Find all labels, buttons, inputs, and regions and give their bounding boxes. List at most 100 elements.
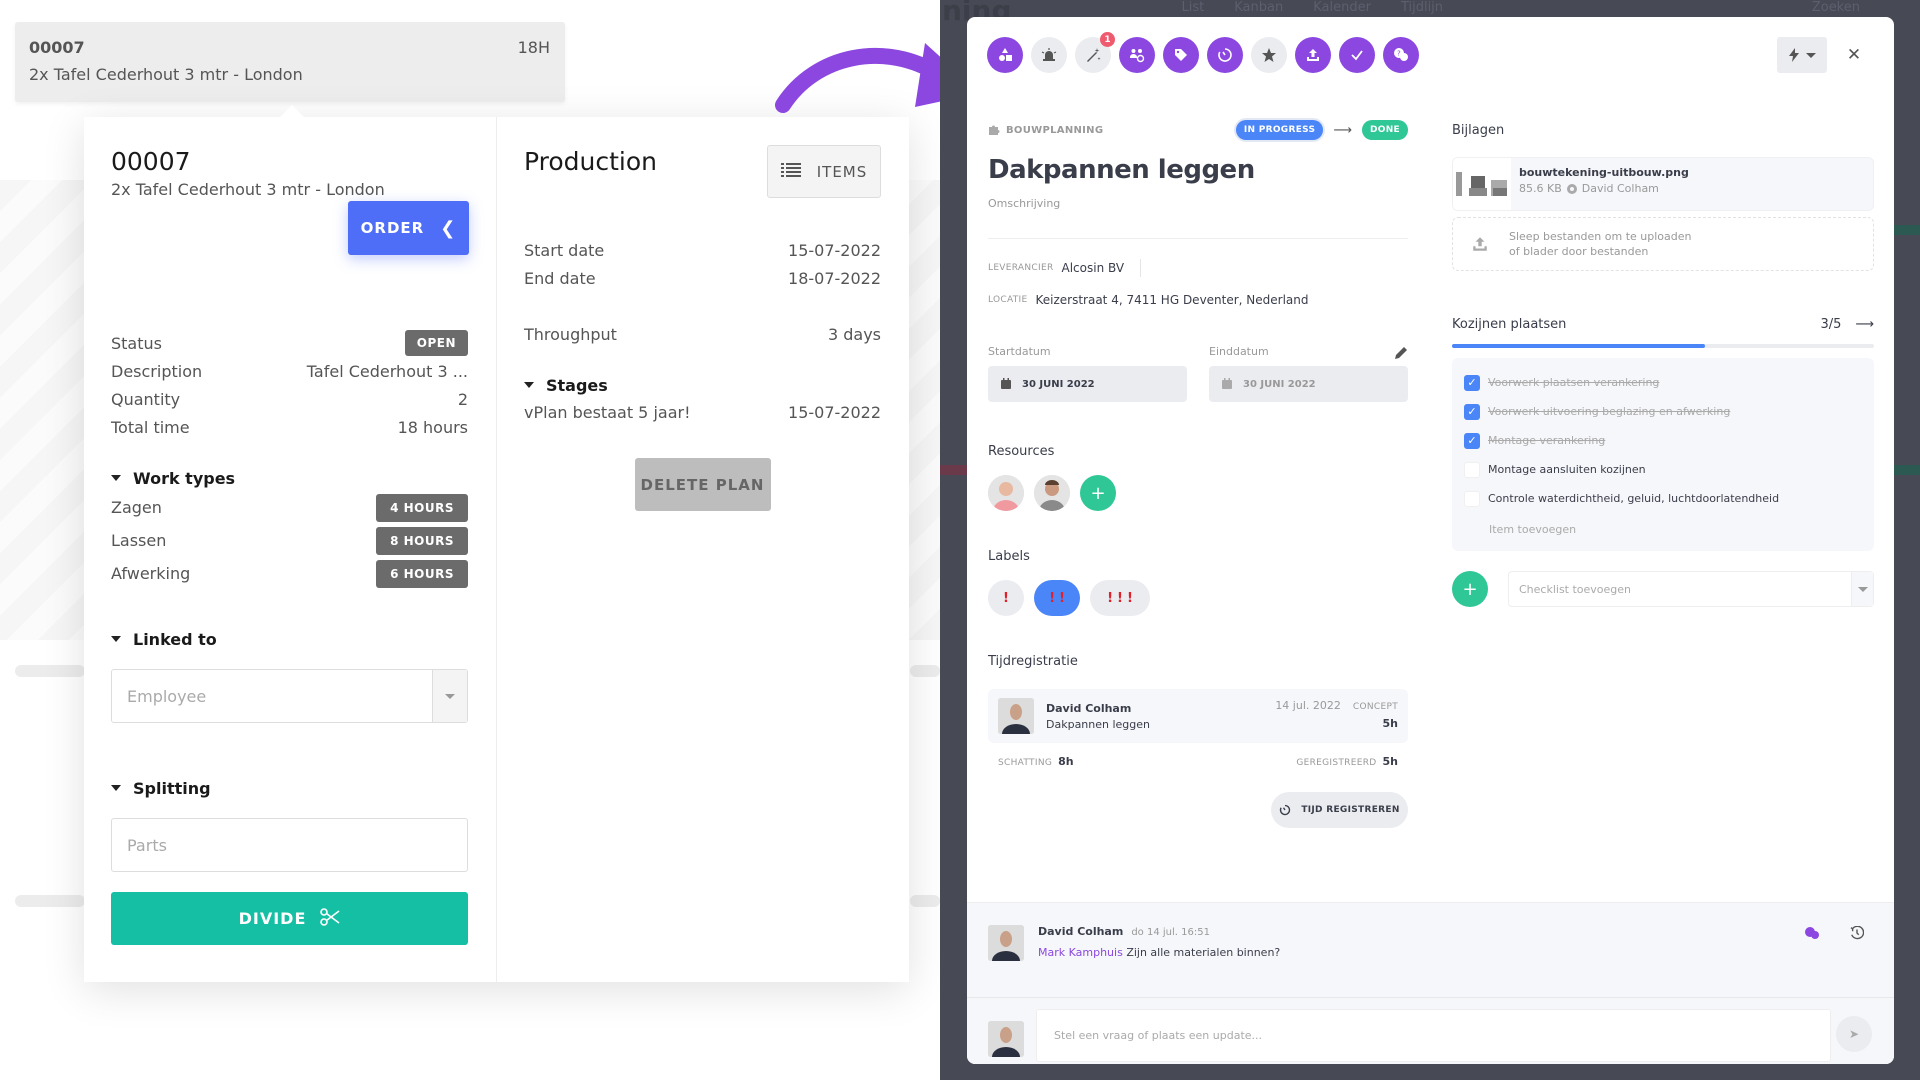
field-label: Quantity xyxy=(111,389,181,409)
checklist-count-group: 3/5 ⟶ xyxy=(1820,317,1874,332)
time-entry[interactable]: David Colham Dakpannen leggen 14 jul. 20… xyxy=(988,689,1408,743)
checklist-header: Kozijnen plaatsen 3/5 ⟶ xyxy=(1452,317,1874,332)
employee-select[interactable]: Employee xyxy=(111,669,468,723)
checkbox-checked[interactable]: ✓ xyxy=(1464,403,1480,420)
send-button[interactable]: ➤ xyxy=(1836,1016,1872,1052)
background-row xyxy=(15,665,85,677)
favorite-button[interactable] xyxy=(1251,37,1287,73)
checklist-item-text: Montage verankering xyxy=(1488,434,1606,447)
checklist-item[interactable]: ✓ Voorwerk uitvoering beglazing en afwerk… xyxy=(1464,397,1862,426)
task-side-column: Bijlagen bouwtekening-uitbouw.png 85.6 K… xyxy=(1452,117,1874,607)
comment-mention[interactable]: Mark Kamphuis xyxy=(1038,946,1123,959)
automation-button[interactable]: 1 xyxy=(1075,32,1115,73)
dropdown-toggle[interactable] xyxy=(432,670,467,722)
comment-input[interactable]: Stel een vraag of plaats een update... xyxy=(1036,1009,1831,1062)
upload-button[interactable] xyxy=(1295,37,1331,73)
status-current-badge[interactable]: IN PROGRESS xyxy=(1235,120,1324,140)
resource-avatar[interactable] xyxy=(1034,475,1070,511)
checkbox-unchecked[interactable] xyxy=(1464,490,1480,507)
checklist-item[interactable]: Montage aansluiten kozijnen xyxy=(1464,455,1862,484)
parts-input[interactable]: Parts xyxy=(111,818,468,872)
questions-button[interactable]: ? xyxy=(1383,37,1419,73)
checklist-item[interactable]: ✓ Montage verankering xyxy=(1464,426,1862,455)
history-icon[interactable] xyxy=(1850,925,1865,944)
caret-down-icon xyxy=(111,475,121,481)
status-next-badge[interactable]: DONE xyxy=(1361,120,1408,140)
calendar-icon xyxy=(1222,378,1232,389)
task-toolbar: 1 ? xyxy=(987,32,1419,73)
actions-dropdown[interactable] xyxy=(1777,37,1827,73)
timer-icon xyxy=(1280,804,1291,816)
order-fields: Status OPEN Description Tafel Cederhout … xyxy=(111,329,468,441)
arrow-right-icon: ⟶ xyxy=(1333,122,1352,138)
divide-button[interactable]: DIVIDE xyxy=(111,892,468,945)
add-checklist-button[interactable]: + xyxy=(1452,571,1488,607)
order-button[interactable]: ORDER ❮ xyxy=(348,201,469,255)
end-date-picker[interactable]: 30 JUNI 2022 xyxy=(1209,366,1408,402)
end-date-col: Einddatum 30 JUNI 2022 xyxy=(1209,345,1408,402)
status-badge: OPEN xyxy=(404,330,468,356)
time-tracking-title: Tijdregistratie xyxy=(988,654,1078,669)
dropdown-toggle[interactable] xyxy=(1851,572,1873,606)
labels-button[interactable] xyxy=(1163,37,1199,73)
comment-body: Mark Kamphuis Zijn alle materialen binne… xyxy=(1038,946,1280,959)
work-types-toggle[interactable]: Work types xyxy=(111,465,468,491)
chat-bubbles-icon[interactable] xyxy=(1804,925,1820,944)
stages-toggle[interactable]: Stages xyxy=(524,372,881,398)
resources-list: + xyxy=(988,475,1408,511)
add-resource-button[interactable]: + xyxy=(1080,475,1116,511)
checkbox-checked[interactable]: ✓ xyxy=(1464,432,1480,449)
resource-avatar[interactable] xyxy=(988,475,1024,511)
checklist-select[interactable]: Checklist toevoegen xyxy=(1508,571,1874,607)
assign-users-button[interactable] xyxy=(1119,37,1155,73)
time-entry-user: David Colham xyxy=(1046,701,1132,715)
items-button[interactable]: ITEMS xyxy=(767,145,881,198)
field-description: Description Tafel Cederhout 3 ... xyxy=(111,357,468,385)
priority-label-high[interactable]: !!! xyxy=(1090,580,1150,616)
linked-to-title: Linked to xyxy=(133,629,217,649)
attachment-item[interactable]: bouwtekening-uitbouw.png 85.6 KB David C… xyxy=(1452,157,1874,211)
star-icon xyxy=(1262,48,1276,62)
upload-dropzone[interactable]: Sleep bestanden om te uploaden of blader… xyxy=(1452,217,1874,271)
linked-to-toggle[interactable]: Linked to xyxy=(111,626,468,652)
register-time-button[interactable]: TIJD REGISTREREN xyxy=(1271,792,1408,828)
checklist-item[interactable]: ✓ Voorwerk plaatsen verankering xyxy=(1464,368,1862,397)
close-icon: ✕ xyxy=(1846,45,1862,65)
splitting-toggle[interactable]: Splitting xyxy=(111,775,468,801)
edit-button[interactable] xyxy=(1394,345,1408,364)
field-quantity: Quantity 2 xyxy=(111,385,468,413)
calendar-icon xyxy=(1001,378,1011,389)
stages-title: Stages xyxy=(546,375,608,395)
divider xyxy=(1140,259,1142,277)
notification-badge: 1 xyxy=(1100,32,1115,47)
dropzone-text: Sleep bestanden om te uploaden of blader… xyxy=(1509,229,1692,260)
order-card[interactable]: 00007 18H 2x Tafel Cederhout 3 mtr - Lon… xyxy=(15,22,565,102)
work-types-title: Work types xyxy=(133,468,236,488)
arrow-right-icon[interactable]: ⟶ xyxy=(1855,317,1874,332)
close-button[interactable]: ✕ xyxy=(1840,41,1868,69)
alert-button[interactable] xyxy=(1031,37,1067,73)
dropzone-line-1: Sleep bestanden om te uploaden xyxy=(1509,229,1692,243)
checklist-item[interactable]: Controle waterdichtheid, geluid, luchtdo… xyxy=(1464,484,1862,513)
throughput-value: 3 days xyxy=(827,324,881,344)
field-label: Status xyxy=(111,333,162,353)
start-date-picker[interactable]: 30 JUNI 2022 xyxy=(988,366,1187,402)
pencil-icon xyxy=(1395,347,1407,359)
checkbox-checked[interactable]: ✓ xyxy=(1464,374,1480,391)
time-entry-task: Dakpannen leggen xyxy=(1046,717,1151,731)
checkbox-unchecked[interactable] xyxy=(1464,461,1480,478)
shapes-button[interactable] xyxy=(987,37,1023,73)
parts-input-placeholder: Parts xyxy=(127,835,167,855)
timer-button[interactable] xyxy=(1207,37,1243,73)
work-type-hours: 8 HOURS xyxy=(376,526,468,555)
background-row xyxy=(910,895,940,907)
complete-button[interactable] xyxy=(1339,37,1375,73)
priority-label-medium[interactable]: !! xyxy=(1034,580,1080,616)
comment-time: do 14 jul. 16:51 xyxy=(1131,927,1210,938)
delete-plan-button[interactable]: DELETE PLAN xyxy=(634,458,771,511)
stage-date: 15-07-2022 xyxy=(788,402,881,422)
task-title[interactable]: Dakpannen leggen xyxy=(988,155,1408,185)
add-checklist-item[interactable]: Item toevoegen xyxy=(1464,513,1862,545)
description-field[interactable]: Omschrijving xyxy=(988,197,1408,210)
priority-label-low[interactable]: ! xyxy=(988,580,1024,616)
